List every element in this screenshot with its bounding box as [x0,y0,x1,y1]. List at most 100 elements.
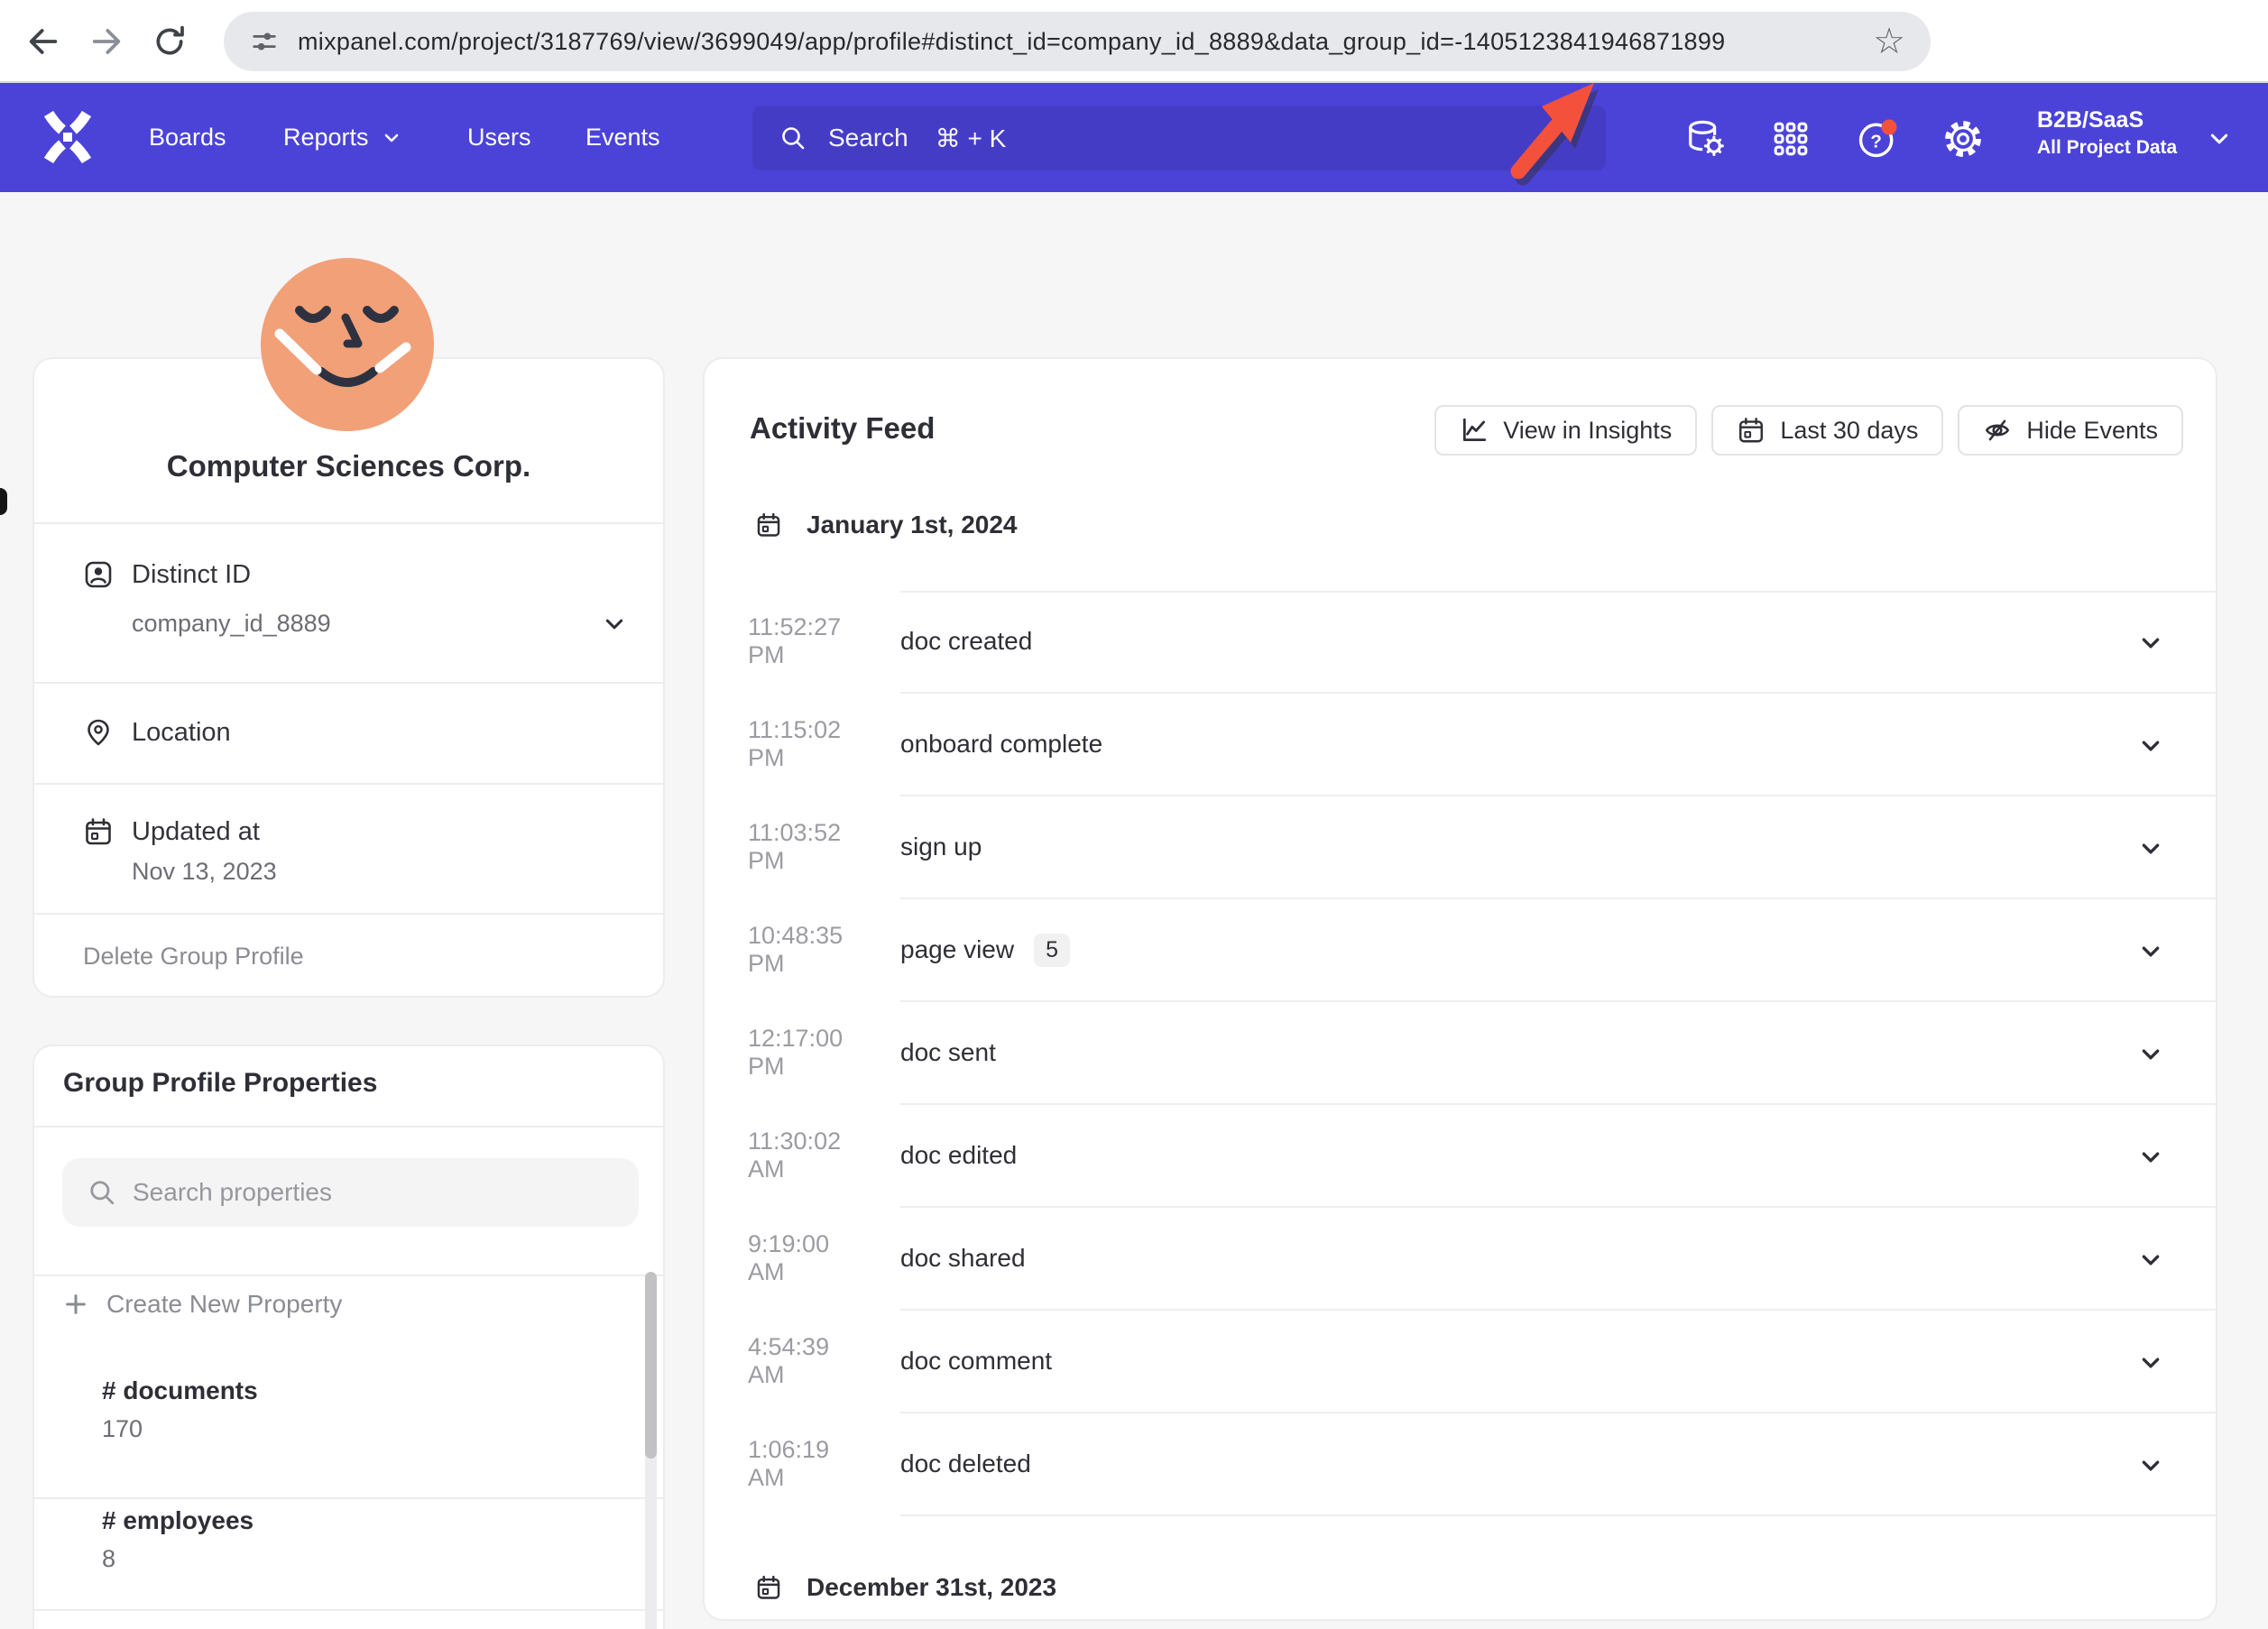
reload-icon [152,23,188,60]
address-bar[interactable]: mixpanel.com/project/3187769/view/369904… [224,12,1931,71]
url-text: mixpanel.com/project/3187769/view/369904… [298,28,1860,56]
chevron-down-icon[interactable] [2138,1453,2163,1478]
apps-grid-button[interactable] [1767,115,1814,162]
updated-at-value: Nov 13, 2023 [132,853,277,889]
edge-marker [0,488,7,515]
nav-link-reports[interactable]: Reports [283,83,401,192]
event-row[interactable]: 11:15:02 PM onboard complete [705,694,2216,796]
updated-at-label: Updated at [132,814,260,850]
project-name: B2B/SaaS [2037,105,2177,135]
calendar-icon [83,816,114,847]
event-row[interactable]: 10:48:35 PM page view5 [705,899,2216,1002]
url-highlighted-id: -1405123841946871899 [1454,28,1725,56]
nav-link-label: Events [585,124,660,152]
back-arrow-icon [25,23,61,60]
nav-link-label: Boards [149,124,226,152]
event-row[interactable]: 12:17:00 PM doc sent [705,1002,2216,1105]
create-new-property-label: Create New Property [106,1290,342,1319]
event-name: doc sent [900,1002,996,1103]
event-time: 11:52:27 PM [748,591,865,692]
grid-apps-icon [1771,119,1811,159]
delete-group-profile-link[interactable]: Delete Group Profile [83,943,304,971]
day-header: December 31st, 2023 [755,1573,1056,1602]
chevron-down-icon[interactable] [2138,939,2163,964]
view-in-insights-button[interactable]: View in Insights [1434,405,1697,456]
day-header-label: January 1st, 2024 [807,511,1018,539]
chevron-down-icon[interactable] [2138,733,2163,759]
calendar-icon [755,511,782,538]
event-row[interactable]: 11:03:52 PM sign up [705,796,2216,899]
event-time: 11:30:02 AM [748,1105,865,1206]
nav-link-events[interactable]: Events [585,83,660,192]
avatar-face-icon [261,258,434,431]
browser-back-button[interactable] [18,13,69,70]
svg-text:?: ? [1870,132,1882,152]
insights-chart-icon [1460,416,1489,445]
date-range-button[interactable]: Last 30 days [1711,405,1943,456]
event-name: onboard complete [900,694,1102,795]
event-time: 10:48:35 PM [748,899,865,1000]
event-row[interactable]: 4:54:39 AM doc comment [705,1311,2216,1413]
search-icon [88,1178,116,1207]
nav-link-users[interactable]: Users [467,83,531,192]
hide-events-button[interactable]: Hide Events [1958,405,2183,456]
data-management-button[interactable] [1682,115,1729,162]
feed-toolbar: View in Insights Last 30 days Hide Event… [1434,405,2183,456]
event-row[interactable]: 9:19:00 AM doc shared [705,1208,2216,1311]
activity-feed-title: Activity Feed [750,411,935,446]
mixpanel-logo[interactable] [40,109,96,165]
company-avatar [261,258,434,431]
chevron-down-icon[interactable] [2138,1145,2163,1170]
property-name[interactable]: # employees [102,1506,254,1535]
button-label: Hide Events [2026,417,2158,445]
scrollbar-thumb[interactable] [645,1272,657,1459]
search-label: Search [828,124,908,152]
settings-button[interactable] [1940,115,1987,162]
event-name: doc comment [900,1311,1052,1412]
help-button[interactable]: ? [1854,115,1901,162]
button-label: View in Insights [1503,417,1672,445]
group-profile-card: Computer Sciences Corp. Distinct ID comp… [32,357,665,998]
properties-title: Group Profile Properties [63,1068,377,1099]
calendar-icon [755,1574,782,1601]
chevron-down-icon[interactable] [2138,1350,2163,1376]
properties-search-input[interactable] [133,1178,602,1207]
property-name[interactable]: # documents [102,1376,258,1405]
event-time: 12:17:00 PM [748,1002,865,1103]
chevron-down-icon [382,128,401,148]
location-label: Location [132,714,231,750]
chevron-down-icon[interactable] [602,612,627,637]
help-icon: ? [1854,115,1901,162]
chevron-down-icon[interactable] [2138,630,2163,656]
event-name: doc created [900,591,1032,692]
properties-search[interactable] [62,1158,639,1227]
event-row[interactable]: 11:30:02 AM doc edited [705,1105,2216,1208]
distinct-id-label: Distinct ID [132,557,251,593]
property-value: 170 [102,1415,143,1443]
browser-reload-button[interactable] [144,13,195,70]
chevron-down-icon[interactable] [2138,836,2163,861]
project-selector[interactable]: B2B/SaaS All Project Data [2037,105,2177,161]
event-name: doc edited [900,1105,1017,1206]
event-row[interactable]: 11:52:27 PM doc created [705,591,2216,694]
plus-icon [63,1292,88,1317]
group-profile-properties-card: Group Profile Properties Create New Prop… [32,1045,665,1629]
nav-link-boards[interactable]: Boards [149,83,226,192]
project-subtitle: All Project Data [2037,135,2177,161]
global-search-bar[interactable]: Search ⌘ + K [752,106,1606,170]
nav-link-label: Reports [283,124,369,152]
distinct-id-value: company_id_8889 [132,605,331,641]
event-time: 4:54:39 AM [748,1311,865,1412]
property-value: 8 [102,1545,115,1573]
create-new-property-button[interactable]: Create New Property [63,1283,342,1326]
event-row[interactable]: 1:06:19 AM doc deleted [705,1413,2216,1516]
chevron-down-icon[interactable] [2138,1247,2163,1273]
browser-toolbar: mixpanel.com/project/3187769/view/369904… [0,0,2268,83]
chevron-down-icon[interactable] [2207,126,2232,152]
event-time: 9:19:00 AM [748,1208,865,1309]
site-info-icon[interactable] [249,26,280,57]
chevron-down-icon[interactable] [2138,1042,2163,1067]
event-time: 1:06:19 AM [748,1413,865,1514]
bookmark-star-icon[interactable]: ☆ [1873,23,1905,60]
browser-forward-button[interactable] [81,13,132,70]
